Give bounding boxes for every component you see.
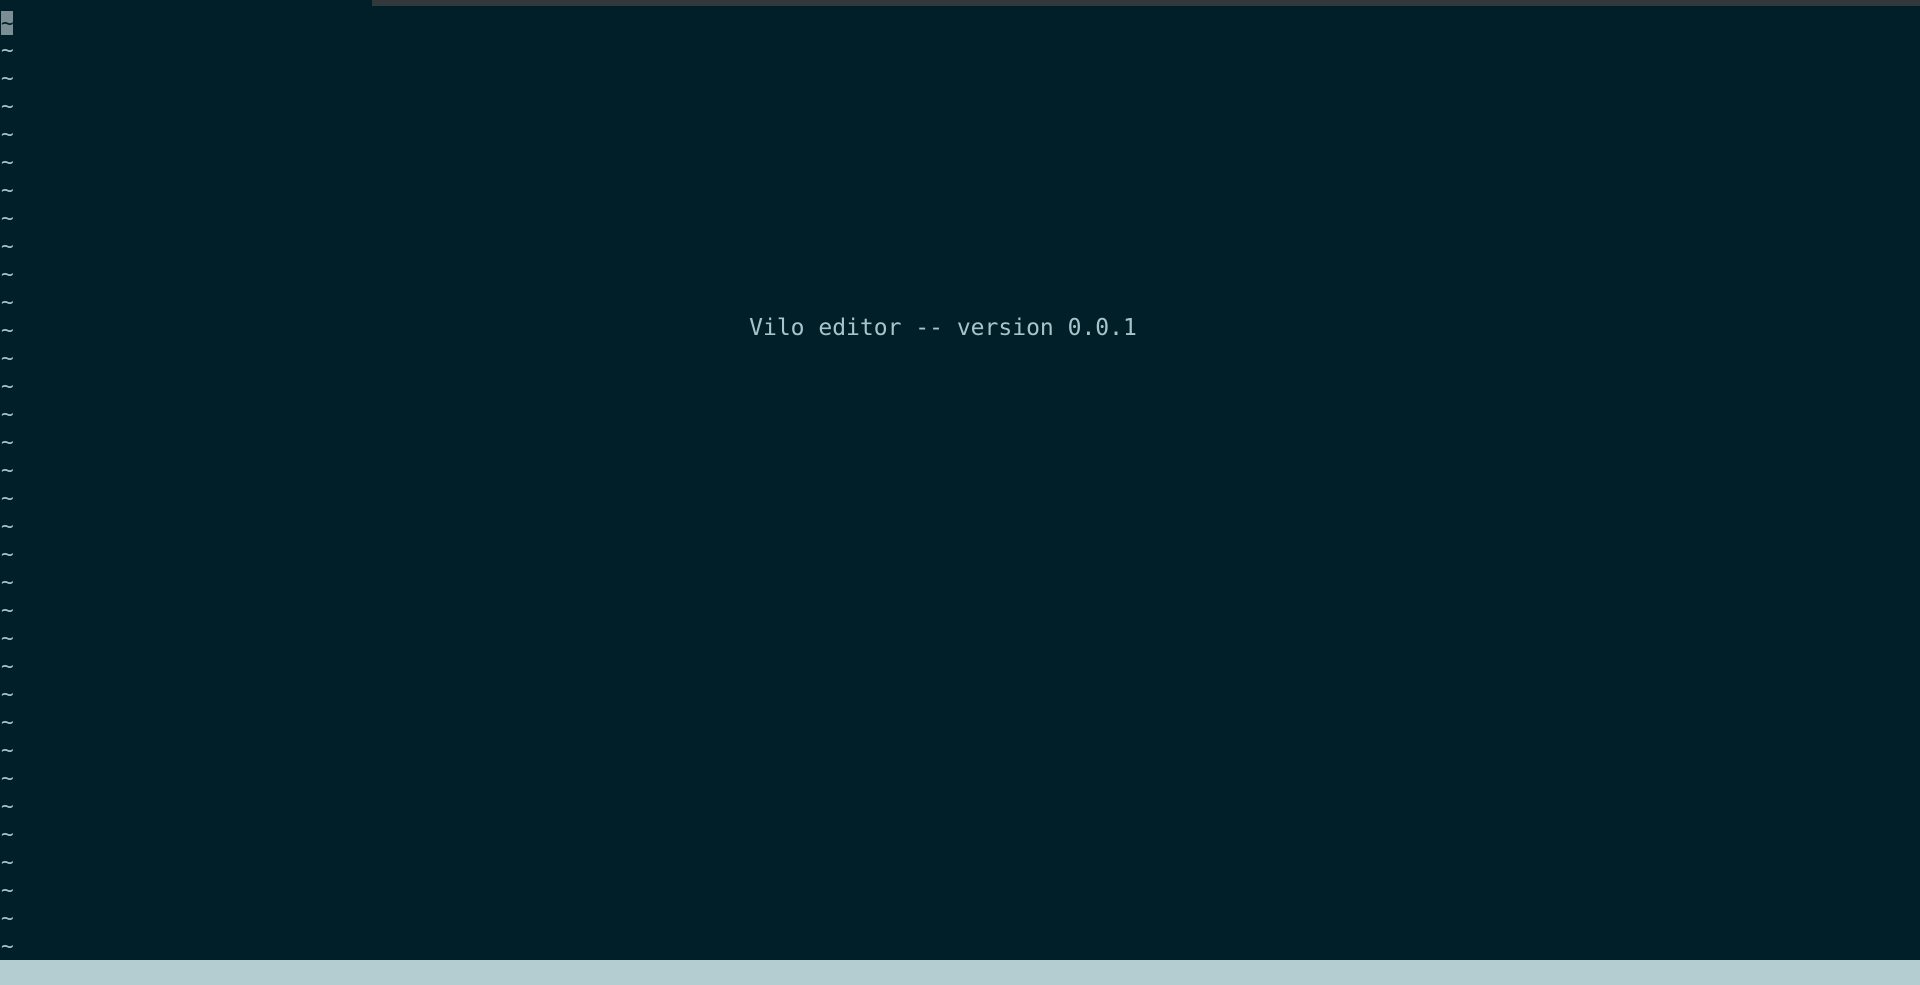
empty-line-marker: ~ [1, 794, 14, 818]
window-titlebar-edge [372, 0, 1920, 6]
empty-line-marker: ~ [1, 850, 14, 874]
empty-line-marker: ~ [1, 486, 14, 510]
empty-line-marker: ~ [1, 934, 14, 958]
empty-line-marker: ~ [1, 178, 14, 202]
empty-line-markers: ~ ~ ~ ~ ~ ~ ~ ~ ~ ~ ~ ~ ~ ~ ~ ~ ~ ~ ~ ~ ~ ~ ~ ~ ~ ~ ~ ~ ~ ~ ~ ~ ~ ~ [0, 8, 20, 960]
empty-line-marker: ~ [1, 38, 14, 62]
empty-line-marker: ~ [1, 122, 14, 146]
empty-line-marker: ~ [1, 822, 14, 846]
empty-line-marker: ~ [1, 906, 14, 930]
empty-line-marker: ~ [1, 458, 14, 482]
empty-line-marker: ~ [1, 430, 14, 454]
empty-line-marker: ~ [1, 66, 14, 90]
empty-line-marker: ~ [1, 542, 14, 566]
empty-line-marker: ~ [1, 570, 14, 594]
empty-line-marker: ~ [1, 682, 14, 706]
empty-line-marker: ~ [1, 878, 14, 902]
empty-line-marker: ~ [1, 290, 14, 314]
editor-window[interactable]: ~ ~ ~ ~ ~ ~ ~ ~ ~ ~ ~ ~ ~ ~ ~ ~ ~ ~ ~ ~ ~ ~ ~ ~ ~ ~ ~ ~ ~ ~ ~ ~ ~ ~ Vilo … [0, 0, 1920, 985]
empty-line-marker: ~ [1, 262, 14, 286]
empty-line-marker: ~ [1, 234, 14, 258]
empty-line-marker: ~ [1, 626, 14, 650]
status-bar [0, 960, 1920, 985]
empty-line-marker: ~ [1, 402, 14, 426]
empty-line-marker: ~ [1, 346, 14, 370]
empty-line-marker: ~ [1, 206, 14, 230]
empty-line-marker: ~ [0, 8, 20, 36]
empty-line-marker: ~ [1, 766, 14, 790]
empty-line-marker: ~ [1, 514, 14, 538]
empty-line-marker: ~ [1, 738, 14, 762]
text-cursor: ~ [1, 11, 14, 35]
empty-line-marker: ~ [1, 374, 14, 398]
empty-line-marker: ~ [1, 654, 14, 678]
empty-line-marker: ~ [1, 94, 14, 118]
empty-line-marker: ~ [1, 598, 14, 622]
empty-line-marker: ~ [1, 710, 14, 734]
welcome-message: Vilo editor -- version 0.0.1 [749, 315, 1137, 341]
empty-line-marker: ~ [1, 150, 14, 174]
